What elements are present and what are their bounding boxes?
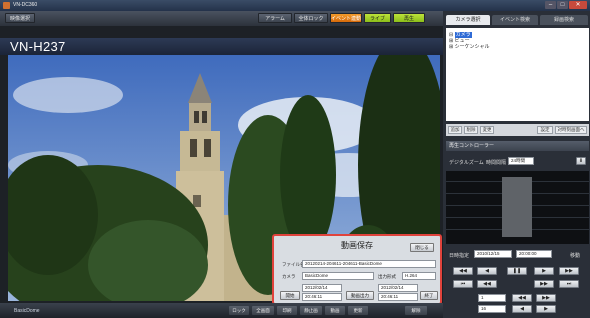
start-button[interactable]: 開始	[280, 291, 300, 300]
prev-frame-button[interactable]: ◀◀	[477, 280, 497, 288]
playback-controller-title: 再生コントローラー	[449, 143, 495, 149]
close-button[interactable]: ✕	[569, 1, 587, 9]
settings-button[interactable]: 設定	[537, 126, 553, 134]
app-icon	[3, 2, 10, 9]
start-time-input[interactable]: 20:46:11	[302, 293, 342, 301]
slower-button[interactable]: ◀◀	[512, 294, 532, 302]
camera-select[interactable]: BasicDome	[302, 272, 374, 280]
delete-button[interactable]: 削除	[464, 126, 478, 134]
print-button[interactable]: 印刷	[277, 306, 297, 315]
skip-back-button[interactable]: ◀◀	[453, 267, 473, 275]
dialog-close-button[interactable]: 閉じる	[410, 243, 434, 252]
file-name-input[interactable]: 20120214-204611-204611-BasicDome	[302, 260, 436, 268]
main-toolbar: 映像選択 アラーム 全体ロック イベント連動 ライブ 再生	[0, 11, 443, 26]
add-button[interactable]: 追加	[448, 126, 462, 134]
pause-button[interactable]: ❚❚	[507, 267, 527, 275]
first-frame-button[interactable]: ⏮	[453, 280, 473, 288]
seek-row: 日時指定 2010/12/15 20:00:00 移動	[446, 249, 589, 261]
rewind-button[interactable]: ◀	[512, 305, 532, 313]
digital-zoom-label: デジタルズーム	[449, 160, 484, 166]
recording-band	[502, 177, 532, 237]
view-select-button[interactable]: 映像選択	[5, 13, 35, 23]
format-select-value: H.264	[405, 273, 418, 278]
time-span-select[interactable]: 24時間	[508, 157, 534, 165]
skip-forward-button[interactable]: ▶▶	[559, 267, 579, 275]
date-label: 日時指定	[449, 253, 470, 259]
tab-event-search[interactable]: イベント検索	[492, 15, 538, 25]
play-button[interactable]: ▶	[534, 267, 554, 275]
current-camera-label: BasicDome	[14, 308, 40, 314]
download-icon[interactable]: ⬇	[576, 157, 586, 165]
maximize-button[interactable]: □	[557, 1, 568, 9]
lock-button[interactable]: ロック	[229, 306, 249, 315]
release-button[interactable]: 解除	[405, 306, 427, 315]
bottom-bar: BasicDome	[0, 303, 443, 318]
forward-button[interactable]: ▶	[536, 305, 556, 313]
fullscreen-button[interactable]: 全画面	[252, 306, 274, 315]
refresh-button[interactable]: 更新	[348, 306, 368, 315]
format-label: 出力形式	[378, 274, 396, 279]
end-time-input[interactable]: 20:46:11	[378, 293, 418, 301]
faster-button[interactable]: ▶▶	[536, 294, 556, 302]
timeline-chart[interactable]	[446, 171, 589, 244]
camera-select-value: BasicDome	[305, 273, 329, 278]
camera-name: VN-H237	[10, 39, 66, 54]
camera-title-bar	[0, 38, 443, 55]
time-span-label: 時間間隔	[486, 160, 507, 166]
playback-button[interactable]: 再生	[393, 13, 425, 23]
tab-recording-search[interactable]: 録画検索	[540, 15, 588, 25]
tree-item-sequential[interactable]: ⊞ シーケンシャル	[449, 43, 489, 50]
camera-tree: ⊟ カメラ ⊞ ビュー ⊞ シーケンシャル	[446, 28, 589, 121]
last-frame-button[interactable]: ⏭	[559, 280, 579, 288]
format-select[interactable]: H.264	[402, 272, 436, 280]
end-button[interactable]: 終了	[420, 291, 438, 300]
edit-button[interactable]: 変更	[480, 126, 494, 134]
live-button[interactable]: ライブ	[364, 13, 391, 23]
end-date-input[interactable]: 2012/02/14	[378, 284, 418, 292]
speed2-select[interactable]: 16	[478, 305, 506, 313]
zoom-row: デジタルズーム 時間間隔 24時間 ⬇	[446, 156, 589, 168]
tree-item-sequential-label: シーケンシャル	[454, 44, 490, 50]
video-export-dialog: 動画保存 閉じる ファイル名 20120214-204611-204611-Ba…	[272, 234, 442, 305]
playback-controller-header: 再生コントローラー	[446, 141, 589, 151]
speed-select[interactable]: 1	[478, 294, 506, 302]
event-link-button[interactable]: イベント連動	[330, 13, 362, 23]
minimize-button[interactable]: –	[545, 1, 556, 9]
camera-label: カメラ	[282, 274, 296, 279]
export-video-button[interactable]: 動画出力	[346, 291, 374, 300]
step-back-button[interactable]: ◀	[477, 267, 497, 275]
lock-all-button[interactable]: 全体ロック	[294, 13, 328, 23]
go-button[interactable]: 移動	[570, 252, 580, 259]
date-input[interactable]: 2010/12/15	[474, 250, 512, 258]
window-title: VN-DC360	[13, 2, 38, 8]
snapshot-button[interactable]: 静止画	[300, 306, 322, 315]
tab-camera-select[interactable]: カメラ選択	[446, 15, 490, 25]
alarm-button[interactable]: アラーム	[258, 13, 292, 23]
time-screen-button[interactable]: 対時刻画面へ	[555, 126, 587, 134]
start-date-input[interactable]: 2012/02/14	[302, 284, 342, 292]
next-frame-button[interactable]: ▶▶	[534, 280, 554, 288]
time-input[interactable]: 20:00:00	[516, 250, 552, 258]
title-bar: VN-DC360	[0, 0, 590, 11]
video-button[interactable]: 動画	[325, 306, 345, 315]
